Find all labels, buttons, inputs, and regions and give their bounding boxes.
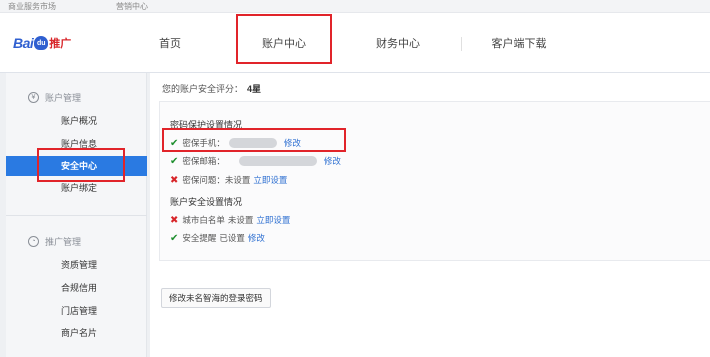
reminder-status: 已设置 [219,233,245,243]
score-label: 您的账户安全评分： [162,84,244,94]
sidebar-item-account-binding[interactable]: 账户绑定 [33,178,143,198]
sidebar-group-label: 推广管理 [45,237,82,247]
sidebar-security-highlight [37,148,125,182]
whitelist-label: 城市白名单 [182,215,225,225]
baidu-tuiguang-logo[interactable]: Bai du 推广 [13,33,71,53]
change-password-button[interactable]: 修改未名智海的登录密码 [161,288,271,308]
security-score: 您的账户安全评分： 4星 [162,82,261,95]
nav-account-center-highlight [236,14,332,64]
top-utility-bar: 商业服务市场 营销中心 [0,0,710,13]
nav-finance-center[interactable]: 财务中心 [355,13,441,73]
nav-home[interactable]: 首页 [140,13,200,73]
whitelist-setup-link[interactable]: 立即设置 [256,214,290,226]
question-label: 密保问题： [182,175,225,185]
top-link-business-market[interactable]: 商业服务市场 [8,1,56,12]
yen-circle-icon: ¥ [28,92,39,103]
sidebar-item-account-overview[interactable]: 账户概况 [33,111,143,131]
sidebar-divider [6,215,147,216]
sidebar-group-promotion: ◔ 推广管理 [28,235,81,248]
email-label: 密保邮箱： [182,156,225,166]
cross-icon: ✖ [170,174,179,186]
cross-icon: ✖ [170,214,179,226]
nav-client-download[interactable]: 客户端下载 [474,13,564,73]
logo-bai-text: Bai [13,35,34,51]
question-row: ✖ 密保问题： 未设置 立即设置 [170,174,287,186]
main-content: 您的账户安全评分： 4星 密码保护设置情况 ✔ 密保手机： 修改 ✔ 密保邮箱： … [150,73,710,357]
sidebar-item-store-management[interactable]: 门店管理 [33,301,143,321]
sidebar-item-merchant-card[interactable]: 商户名片 [33,323,143,343]
whitelist-status: 未设置 [227,215,254,225]
reminder-label: 安全提醒 [182,233,217,243]
sidebar-item-qualification[interactable]: 资质管理 [33,255,143,275]
top-link-marketing-center[interactable]: 营销中心 [116,1,148,12]
check-icon: ✔ [170,232,179,244]
pie-chart-icon: ◔ [28,236,39,247]
email-modify-link[interactable]: 修改 [324,155,341,167]
question-setup-link[interactable]: 立即设置 [253,174,287,186]
phone-row-highlight [162,128,346,152]
reminder-row: ✔ 安全提醒 已设置 修改 [170,232,265,244]
masked-email [238,156,317,166]
nav-divider [461,37,462,51]
score-value: 4星 [247,84,262,94]
logo-du-text: du [37,39,46,47]
paw-icon: du [34,36,49,50]
logo-tuiguang-text: 推广 [49,38,72,50]
main-header: Bai du 推广 首页 账户中心 财务中心 客户端下载 [0,13,710,73]
email-row: ✔ 密保邮箱： 修改 [170,155,341,167]
sidebar-group-account: ¥ 账户管理 [28,91,81,104]
whitelist-row: ✖ 城市白名单 未设置 立即设置 [170,214,290,226]
account-section-title: 账户安全设置情况 [170,197,243,207]
reminder-modify-link[interactable]: 修改 [248,232,265,244]
check-icon: ✔ [170,155,179,167]
sidebar-item-compliance-credit[interactable]: 合规信用 [33,278,143,298]
question-status: 未设置 [224,175,251,185]
sidebar-group-label: 账户管理 [45,93,82,103]
security-panel: 密码保护设置情况 ✔ 密保手机： 修改 ✔ 密保邮箱： 修改 ✖ 密保问题： 未… [159,101,710,261]
